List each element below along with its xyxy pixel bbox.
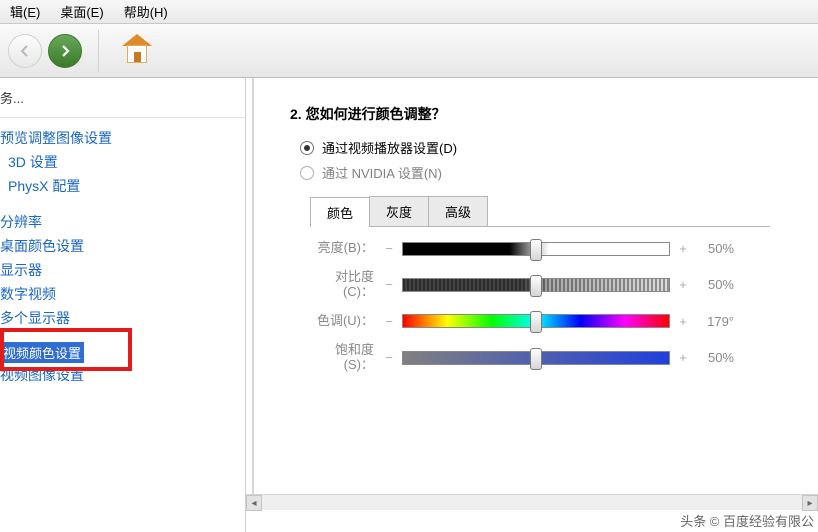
sidebar-item[interactable]: 多个显示器 [0, 306, 245, 330]
toolbar-separator [98, 30, 99, 72]
sidebar-item[interactable]: 显示器 [0, 258, 245, 282]
tab-gray[interactable]: 灰度 [369, 196, 429, 226]
sidebar-title: 务... [0, 84, 245, 118]
sidebar-item[interactable]: 桌面颜色设置 [0, 234, 245, 258]
menu-edit[interactable]: 辑(E) [4, 0, 46, 23]
section-title: 2. 您如何进行颜色调整？ [290, 104, 808, 124]
back-button[interactable] [8, 34, 42, 68]
tab-advanced[interactable]: 高级 [428, 196, 488, 226]
radio-nvidia[interactable]: 通过 NVIDIA 设置(N) [300, 163, 808, 182]
slider-track[interactable] [402, 351, 670, 365]
slider-track[interactable] [402, 242, 670, 256]
menu-desktop[interactable]: 桌面(E) [54, 0, 109, 23]
slider-label: 亮度(B)： [310, 241, 382, 256]
minus-icon[interactable]: − [382, 277, 396, 292]
watermark: 头条 © 百度经验有限公 [680, 511, 814, 530]
radio-video-player[interactable]: 通过视频播放器设置(D) [300, 138, 808, 157]
minus-icon[interactable]: − [382, 241, 396, 256]
slider-label: 对比度(C)： [310, 270, 382, 300]
slider-thumb[interactable] [530, 311, 542, 333]
slider-contrast: 对比度(C)： − + 50% [310, 270, 780, 300]
slider-saturation: 饱和度(S)： − + 50% [310, 343, 780, 373]
slider-label: 色调(U)： [310, 314, 382, 329]
slider-hue: 色调(U)： − + 179° [310, 314, 780, 329]
arrow-right-icon [57, 43, 73, 59]
radio-icon [300, 166, 314, 180]
plus-icon[interactable]: + [676, 350, 690, 365]
slider-track[interactable] [402, 278, 670, 292]
slider-track[interactable] [402, 314, 670, 328]
slider-panel: 亮度(B)： − + 50% 对比度(C)： − + 50% 色调(U)： − [310, 241, 780, 373]
slider-value: 50% [690, 241, 734, 256]
sidebar-item[interactable]: 分辨率 [0, 210, 245, 234]
arrow-left-icon [17, 43, 33, 59]
sidebar-item[interactable]: 预览调整图像设置 [0, 126, 245, 150]
scroll-right-button[interactable]: ▸ [802, 495, 818, 511]
tab-color[interactable]: 颜色 [310, 197, 370, 227]
sidebar-item[interactable]: 视频图像设置 [0, 363, 245, 387]
slider-value: 50% [690, 350, 734, 365]
slider-label: 饱和度(S)： [310, 343, 382, 373]
main-panel: 2. 您如何进行颜色调整？ 通过视频播放器设置(D) 通过 NVIDIA 设置(… [246, 78, 818, 532]
plus-icon[interactable]: + [676, 314, 690, 329]
slider-value: 179° [690, 314, 734, 329]
sidebar: 务... 预览调整图像设置 3D 设置 PhysX 配置 分辨率 桌面颜色设置 … [0, 78, 246, 532]
slider-thumb[interactable] [530, 239, 542, 261]
slider-brightness: 亮度(B)： − + 50% [310, 241, 780, 256]
radio-label: 通过 NVIDIA 设置(N) [322, 163, 442, 182]
slider-thumb[interactable] [530, 348, 542, 370]
sidebar-item[interactable]: 数字视频 [0, 282, 245, 306]
minus-icon[interactable]: − [382, 314, 396, 329]
sidebar-item-selected[interactable]: 视频颜色设置 [0, 342, 84, 363]
forward-button[interactable] [48, 34, 82, 68]
slider-value: 50% [690, 277, 734, 292]
plus-icon[interactable]: + [676, 241, 690, 256]
sidebar-item[interactable]: PhysX 配置 [0, 174, 245, 198]
plus-icon[interactable]: + [676, 277, 690, 292]
radio-label: 通过视频播放器设置(D) [322, 138, 457, 157]
slider-thumb[interactable] [530, 275, 542, 297]
radio-icon [300, 141, 314, 155]
menubar: 辑(E) 桌面(E) 帮助(H) [0, 0, 818, 24]
sidebar-item[interactable]: 3D 设置 [0, 150, 245, 174]
menu-help[interactable]: 帮助(H) [118, 0, 174, 23]
scroll-left-button[interactable]: ◂ [246, 495, 262, 511]
home-button[interactable] [119, 34, 155, 68]
toolbar [0, 24, 818, 78]
horizontal-scrollbar[interactable]: ◂ ▸ [246, 494, 818, 510]
tab-strip: 颜色 灰度 高级 [310, 196, 770, 227]
minus-icon[interactable]: − [382, 350, 396, 365]
